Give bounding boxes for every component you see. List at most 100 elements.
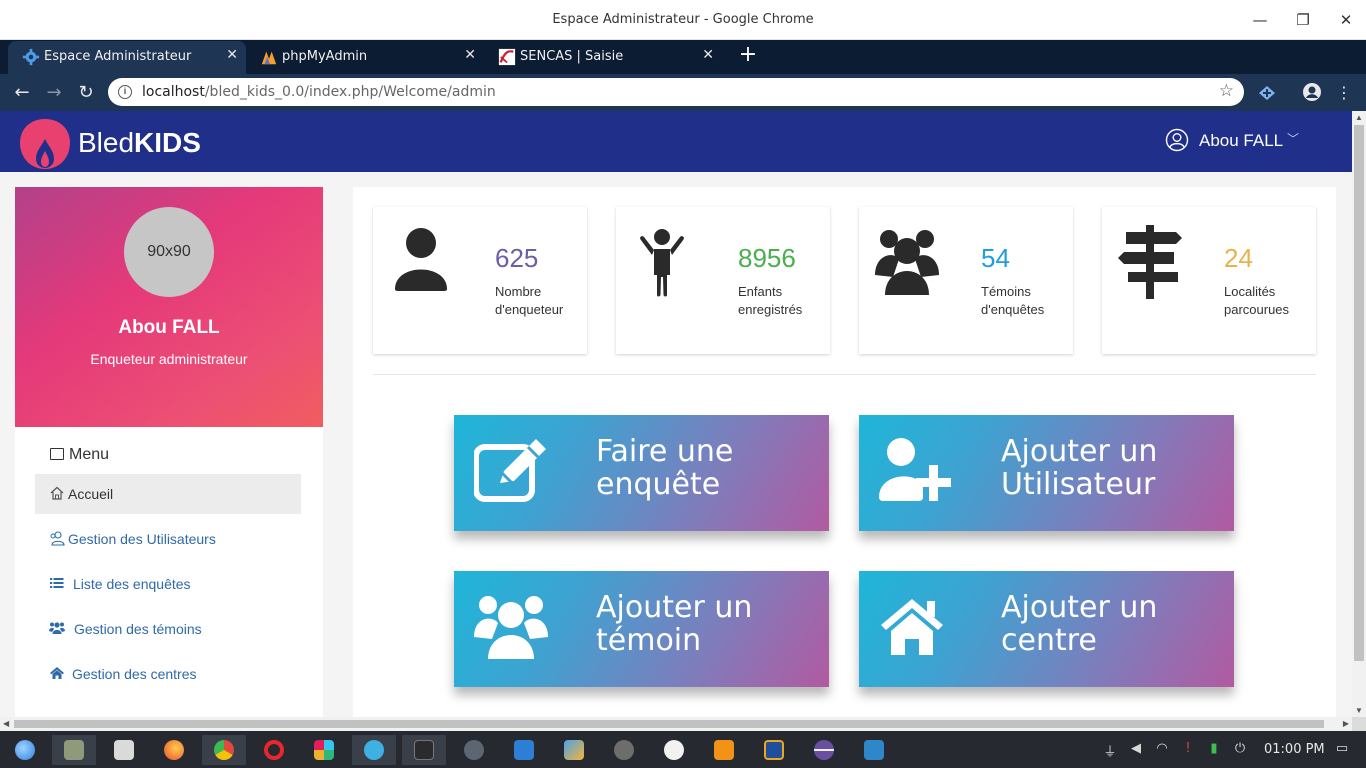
tab-close-icon[interactable]: ✕ (702, 47, 714, 63)
battery-icon[interactable]: ▮ (1206, 741, 1222, 757)
palette-icon[interactable] (602, 735, 646, 765)
sublime-icon[interactable] (702, 735, 746, 765)
ajouter-temoin-button[interactable]: Ajouter un témoin (454, 571, 829, 687)
ajouter-centre-button[interactable]: Ajouter un centre (859, 571, 1234, 687)
tab-phpmyadmin[interactable]: phpMyAdmin ✕ (246, 41, 484, 74)
profile-icon[interactable] (1302, 82, 1322, 102)
sidebar-item-enquetes[interactable]: Liste des enquêtes (35, 564, 301, 604)
debian-icon[interactable] (3, 735, 47, 765)
home-icon (50, 486, 64, 500)
page-viewport: BledKIDS Abou FALL ﹀ 90x90 Abou FALL Enq… (0, 111, 1352, 717)
chevron-down-icon: ﹀ (1287, 132, 1300, 146)
action-label: Faire une enquête (596, 434, 734, 502)
tab-espace-administrateur[interactable]: Espace Administrateur ✕ (8, 41, 246, 74)
tab-sencas-saisie[interactable]: SENCAS | Saisie ✕ (484, 41, 722, 74)
volume-icon[interactable]: ◀ (1128, 741, 1144, 757)
brand-bold: KIDS (134, 127, 201, 158)
update-icon[interactable]: ! (1180, 741, 1196, 757)
back-button[interactable]: ← (10, 81, 34, 105)
new-tab-button[interactable]: + (737, 44, 759, 66)
info-icon[interactable]: i (118, 85, 132, 99)
menu-heading-label: Menu (69, 446, 110, 463)
files-icon[interactable] (52, 735, 96, 765)
sidebar-item-label: Gestion des Utilisateurs (68, 531, 216, 547)
house-icon (50, 667, 64, 679)
sidebar-item-label: Accueil (68, 486, 114, 502)
group-icon (875, 230, 939, 295)
reload-button[interactable]: ↻ (74, 81, 98, 105)
tab-close-icon[interactable]: ✕ (464, 47, 476, 63)
extension-icon[interactable] (1257, 83, 1277, 103)
stat-card-enfants: 8956 Enfants enregistrés (616, 207, 830, 354)
usb-icon[interactable]: ⏚ (1102, 741, 1118, 760)
bookmark-star-icon[interactable]: ☆ (1219, 81, 1234, 101)
bledkids-logo-icon[interactable] (18, 117, 72, 171)
stat-label: Témoins d'enquêtes (981, 284, 1045, 317)
divider (373, 374, 1316, 375)
wifi-icon[interactable]: ◠ (1154, 741, 1170, 757)
ajouter-utilisateur-button[interactable]: Ajouter un Utilisateur (859, 415, 1234, 531)
window-close-button[interactable]: ✕ (1334, 8, 1358, 32)
action-label: Ajouter un Utilisateur (1001, 434, 1158, 502)
sidebar-item-label: Gestion des témoins (74, 621, 202, 637)
minimize-button[interactable]: — (1248, 8, 1272, 32)
orb-icon[interactable] (802, 735, 846, 765)
scroll-thumb[interactable] (14, 720, 1324, 728)
chrome-icon[interactable] (202, 735, 246, 765)
power-icon[interactable]: ⏻ (1232, 741, 1248, 757)
sidebar-item-centres[interactable]: Gestion des centres (35, 654, 301, 694)
sidebar-item-accueil[interactable]: Accueil (35, 474, 301, 514)
mail-icon[interactable] (352, 735, 396, 765)
group-icon (49, 622, 65, 634)
sidebar-item-label: Gestion des centres (72, 666, 197, 682)
sencas-icon (498, 48, 516, 66)
address-bar[interactable]: i localhost/bled_kids_0.0/index.php/Welc… (108, 78, 1244, 106)
edit-icon (474, 439, 546, 502)
folder-icon (50, 448, 64, 460)
notifications-icon[interactable]: ▭ (1334, 741, 1350, 757)
brand-light: Bled (78, 127, 135, 158)
stat-value: 24 (1224, 243, 1253, 273)
main-panel: 625 Nombre d'enqueteur 8956 Enfants enre… (353, 187, 1336, 717)
maximize-button[interactable]: ❐ (1291, 8, 1315, 32)
clock: 01:00 PM (1264, 742, 1325, 757)
tab-title: phpMyAdmin (282, 49, 368, 64)
sidebar-item-temoins[interactable]: Gestion des témoins (35, 609, 301, 649)
scroll-down-arrow[interactable]: ▼ (1355, 706, 1363, 715)
scroll-left-arrow[interactable]: ◀ (3, 719, 9, 728)
stat-value: 625 (495, 243, 539, 273)
horizontal-scrollbar[interactable]: ◀ ▶ (0, 717, 1352, 731)
users-outline-icon (50, 531, 65, 546)
vscode-icon[interactable] (502, 735, 546, 765)
emoji-icon[interactable] (652, 735, 696, 765)
vertical-scrollbar[interactable]: ▲ ▼ (1352, 111, 1366, 717)
opera-icon[interactable] (252, 735, 296, 765)
avatar: 90x90 (124, 207, 214, 297)
menu-heading: Menu (50, 446, 109, 464)
url-text[interactable]: localhost/bled_kids_0.0/index.php/Welcom… (142, 84, 496, 100)
faire-enquete-button[interactable]: Faire une enquête (454, 415, 829, 531)
scroll-thumb[interactable] (1354, 125, 1364, 661)
url-path: /bled_kids_0.0/index.php/Welcome/admin (204, 84, 496, 100)
screen-icon[interactable] (852, 735, 896, 765)
feather-icon[interactable] (552, 735, 596, 765)
slack-icon[interactable] (302, 735, 346, 765)
signpost-icon (1118, 225, 1182, 299)
tab-close-icon[interactable]: ✕ (226, 47, 238, 63)
sidebar-item-utilisateurs[interactable]: Gestion des Utilisateurs (35, 519, 301, 559)
stat-label: Localités parcourues (1224, 284, 1290, 317)
forward-button[interactable]: → (42, 81, 66, 105)
firefox-icon[interactable] (152, 735, 196, 765)
window-titlebar: Espace Administrateur - Google Chrome — … (0, 0, 1366, 40)
eclipse-icon[interactable] (752, 735, 796, 765)
group-icon (474, 596, 548, 659)
browser-toolbar: ← → ↻ i localhost/bled_kids_0.0/index.ph… (0, 74, 1366, 111)
action-label: Ajouter un témoin (596, 590, 753, 658)
profile-card: 90x90 Abou FALL Enqueteur administrateur (15, 187, 323, 427)
atom-icon[interactable] (452, 735, 496, 765)
store-icon[interactable] (102, 735, 146, 765)
scroll-up-arrow[interactable]: ▲ (1355, 113, 1363, 122)
chrome-menu-icon[interactable]: ⋮ (1332, 81, 1356, 105)
scroll-right-arrow[interactable]: ▶ (1343, 719, 1349, 728)
terminal-icon[interactable] (402, 735, 446, 765)
